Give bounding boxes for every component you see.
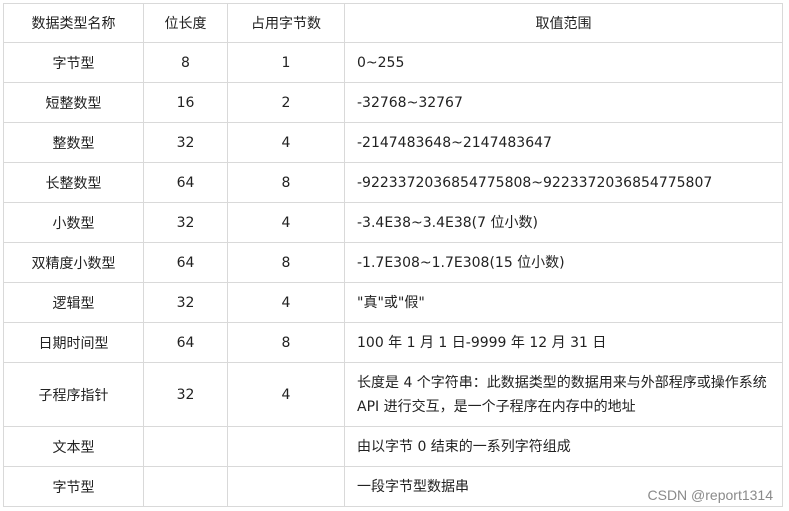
bit-length-cell: [143, 426, 228, 467]
table-row: 长整数型 64 8 -9223372036854775808~922337203…: [3, 162, 783, 203]
byte-count-cell: 4: [227, 122, 345, 163]
value-range-cell: -2147483648~2147483647: [344, 122, 783, 163]
csdn-watermark: CSDN @report1314: [647, 487, 774, 503]
value-range-cell: -9223372036854775808~9223372036854775807: [344, 162, 783, 203]
table-row: 整数型 32 4 -2147483648~2147483647: [3, 122, 783, 163]
bit-length-cell: 32: [143, 122, 228, 163]
type-name-cell: 小数型: [3, 202, 144, 243]
table-row: 短整数型 16 2 -32768~32767: [3, 82, 783, 123]
data-type-table: 数据类型名称 位长度 占用字节数 取值范围 字节型 8 1 0~255 短整数型…: [3, 3, 783, 507]
byte-count-cell: [227, 426, 345, 467]
byte-count-cell: 2: [227, 82, 345, 123]
byte-count-cell: 8: [227, 162, 345, 203]
value-range-cell: -1.7E308~1.7E308(15 位小数): [344, 242, 783, 283]
table-row: 双精度小数型 64 8 -1.7E308~1.7E308(15 位小数): [3, 242, 783, 283]
value-range-cell: -3.4E38~3.4E38(7 位小数): [344, 202, 783, 243]
byte-count-cell: 1: [227, 42, 345, 83]
header-row: 数据类型名称 位长度 占用字节数 取值范围: [3, 3, 783, 43]
byte-count-cell: 4: [227, 362, 345, 427]
table-row: 子程序指针 32 4 长度是 4 个字符串：此数据类型的数据用来与外部程序或操作…: [3, 362, 783, 427]
type-name-cell: 字节型: [3, 466, 144, 507]
bit-length-cell: [143, 466, 228, 507]
bit-length-cell: 32: [143, 282, 228, 323]
value-range-cell: 长度是 4 个字符串：此数据类型的数据用来与外部程序或操作系统 API 进行交互…: [344, 362, 783, 427]
type-name-cell: 长整数型: [3, 162, 144, 203]
header-value-range: 取值范围: [344, 3, 783, 43]
type-name-cell: 子程序指针: [3, 362, 144, 427]
bit-length-cell: 32: [143, 202, 228, 243]
table-row: 逻辑型 32 4 "真"或"假": [3, 282, 783, 323]
header-byte-count: 占用字节数: [227, 3, 345, 43]
type-name-cell: 整数型: [3, 122, 144, 163]
type-name-cell: 字节型: [3, 42, 144, 83]
header-bit-length: 位长度: [143, 3, 228, 43]
type-name-cell: 日期时间型: [3, 322, 144, 363]
bit-length-cell: 64: [143, 242, 228, 283]
byte-count-cell: 4: [227, 282, 345, 323]
table-row: 字节型 8 1 0~255: [3, 42, 783, 83]
type-name-cell: 文本型: [3, 426, 144, 467]
bit-length-cell: 64: [143, 162, 228, 203]
byte-count-cell: 8: [227, 242, 345, 283]
value-range-cell: 100 年 1 月 1 日-9999 年 12 月 31 日: [344, 322, 783, 363]
bit-length-cell: 16: [143, 82, 228, 123]
type-name-cell: 双精度小数型: [3, 242, 144, 283]
bit-length-cell: 32: [143, 362, 228, 427]
table-row: 小数型 32 4 -3.4E38~3.4E38(7 位小数): [3, 202, 783, 243]
type-name-cell: 短整数型: [3, 82, 144, 123]
table-row: 文本型 由以字节 0 结束的一系列字符组成: [3, 426, 783, 467]
byte-count-cell: [227, 466, 345, 507]
byte-count-cell: 4: [227, 202, 345, 243]
value-range-cell: 0~255: [344, 42, 783, 83]
bit-length-cell: 8: [143, 42, 228, 83]
value-range-cell: -32768~32767: [344, 82, 783, 123]
byte-count-cell: 8: [227, 322, 345, 363]
value-range-cell: 由以字节 0 结束的一系列字符组成: [344, 426, 783, 467]
bit-length-cell: 64: [143, 322, 228, 363]
value-range-cell: "真"或"假": [344, 282, 783, 323]
header-type-name: 数据类型名称: [3, 3, 144, 43]
table-row: 日期时间型 64 8 100 年 1 月 1 日-9999 年 12 月 31 …: [3, 322, 783, 363]
type-name-cell: 逻辑型: [3, 282, 144, 323]
